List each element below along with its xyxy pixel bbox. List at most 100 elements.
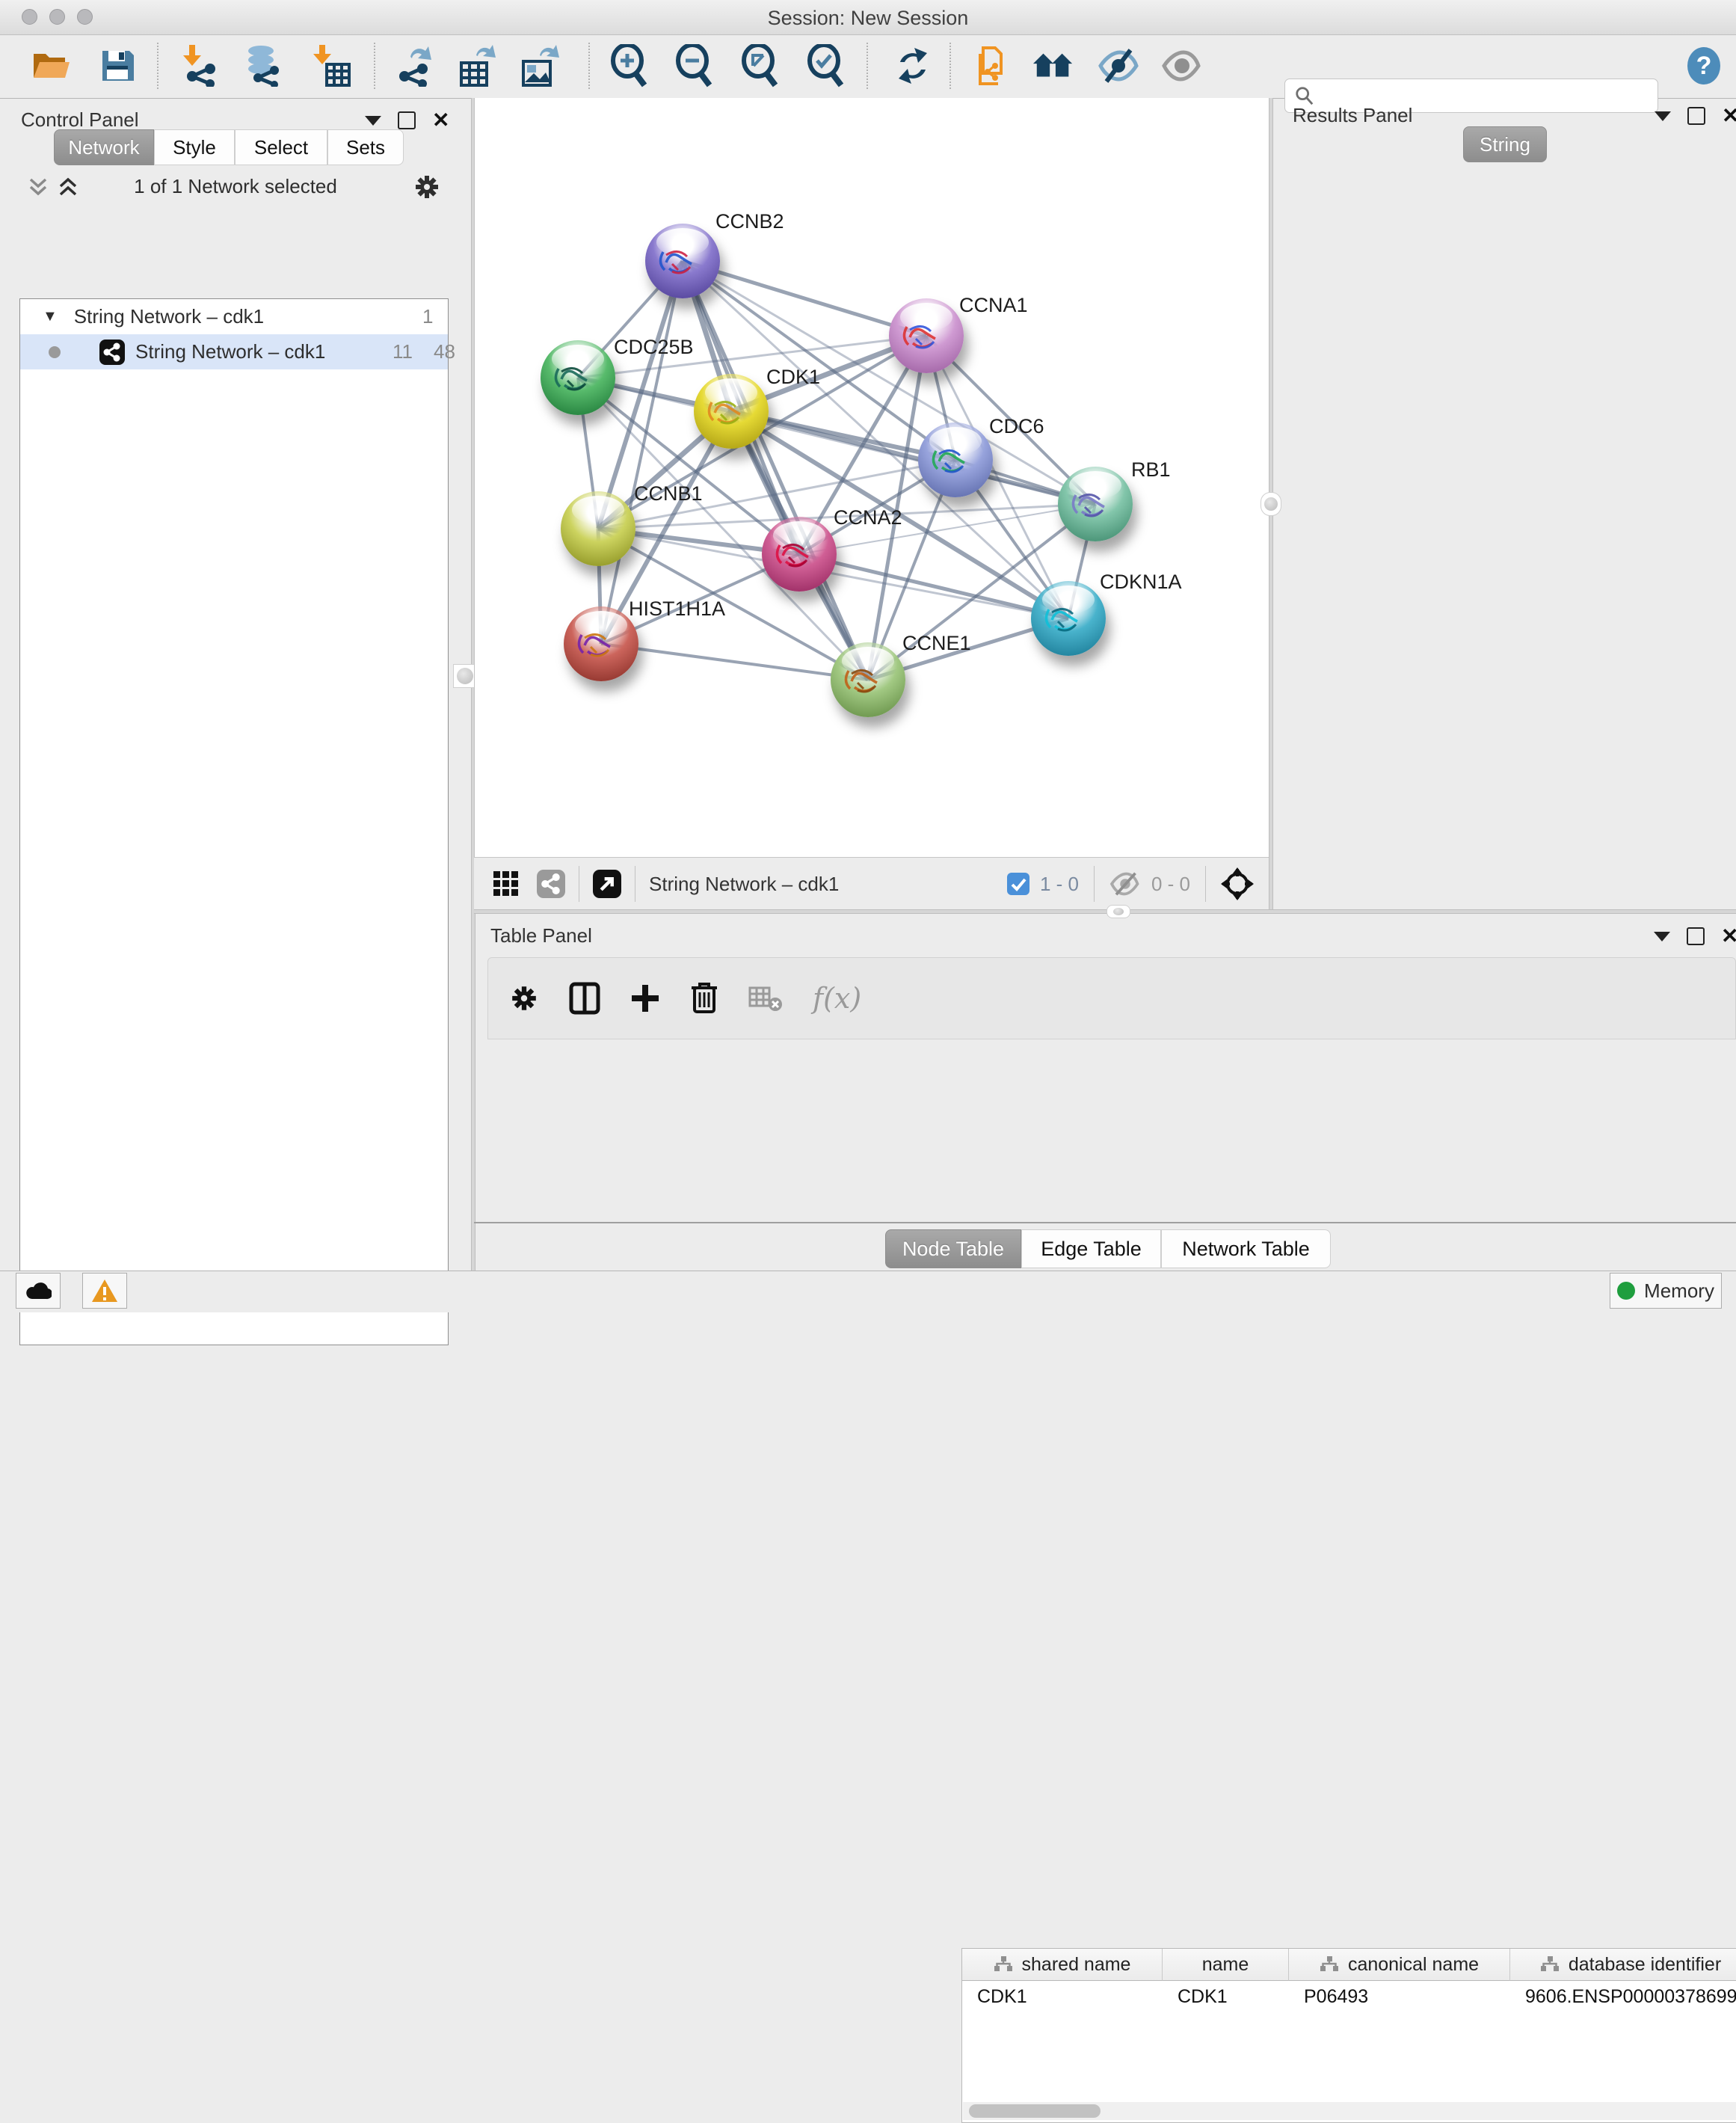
tab-network[interactable]: Network: [54, 129, 154, 165]
control-panel-title: Control Panel: [21, 108, 139, 132]
tab-sets[interactable]: Sets: [327, 129, 404, 165]
control-panel-close-icon[interactable]: ✕: [432, 113, 449, 128]
show-all-icon[interactable]: [1160, 44, 1204, 87]
table-cell[interactable]: CDK1: [962, 1982, 1163, 2012]
column-header-canonical-name[interactable]: canonical name: [1289, 1949, 1510, 1981]
import-table-file-icon[interactable]: [310, 44, 353, 87]
refresh-icon[interactable]: [891, 44, 935, 87]
tab-select[interactable]: Select: [235, 129, 327, 165]
results-panel-close-icon[interactable]: ✕: [1722, 108, 1736, 123]
column-header-shared-name[interactable]: shared name: [962, 1949, 1163, 1981]
copy-style-icon[interactable]: [970, 44, 1013, 87]
network-node-ccna2[interactable]: [762, 517, 837, 592]
network-node-cdk1[interactable]: [694, 374, 769, 449]
grid-view-icon[interactable]: [492, 870, 520, 898]
results-panel: Results Panel ✕ String Expand All Collap…: [1272, 98, 1736, 909]
hidden-eye-icon: [1109, 872, 1141, 896]
table-settings-gear-icon[interactable]: [509, 983, 539, 1013]
control-panel: Control Panel ✕ Network Style Select Set…: [0, 98, 471, 1271]
table-cell[interactable]: 9606.ENSP00000378699: [1510, 1982, 1736, 2012]
toolbar-separator: [157, 43, 158, 89]
network-node-rb1[interactable]: [1058, 467, 1133, 541]
add-column-icon[interactable]: [630, 983, 660, 1013]
tab-network-table[interactable]: Network Table: [1161, 1229, 1331, 1268]
node-label-ccne1: CCNE1: [902, 632, 971, 655]
show-columns-icon[interactable]: [569, 982, 600, 1015]
open-in-window-icon[interactable]: [593, 870, 621, 898]
node-table[interactable]: shared namenamecanonical namedatabase id…: [961, 1948, 1736, 2123]
table-hscrollbar-thumb[interactable]: [969, 2104, 1101, 2118]
table-cell[interactable]: CDK1: [1163, 1982, 1289, 2012]
cloud-icon: [25, 1281, 52, 1300]
svg-text:?: ?: [1696, 52, 1712, 80]
export-table-icon[interactable]: [456, 44, 499, 87]
network-options-gear-icon[interactable]: [413, 173, 441, 201]
table-panel-menu-icon[interactable]: [1654, 932, 1670, 941]
zoom-out-icon[interactable]: [672, 44, 715, 87]
network-view-toolbar: String Network – cdk1 1 - 0 0 - 0: [474, 857, 1269, 910]
save-session-icon[interactable]: [96, 44, 139, 87]
tab-string[interactable]: String: [1463, 126, 1547, 162]
zoom-fit-icon[interactable]: [738, 44, 781, 87]
import-network-database-icon[interactable]: [241, 44, 284, 87]
toolbar-separator: [949, 43, 951, 89]
hide-selected-icon[interactable]: [1097, 44, 1140, 87]
selected-checkbox-icon[interactable]: [1007, 873, 1029, 895]
network-node-ccnb1[interactable]: [561, 491, 635, 566]
node-label-ccna1: CCNA1: [959, 294, 1028, 317]
results-panel-menu-icon[interactable]: [1655, 111, 1671, 121]
function-builder-icon[interactable]: f(x): [813, 982, 861, 1015]
home-networks-icon[interactable]: [1032, 44, 1075, 87]
network-node-ccne1[interactable]: [831, 642, 905, 717]
node-label-hist1h1a: HIST1H1A: [629, 597, 725, 621]
birdseye-navigator-icon[interactable]: [1221, 867, 1254, 900]
network-node-cdc25b[interactable]: [541, 340, 615, 415]
collection-count: 1: [422, 305, 433, 328]
zoom-in-icon[interactable]: [607, 44, 650, 87]
node-label-ccna2: CCNA2: [834, 506, 902, 529]
export-network-icon[interactable]: [392, 44, 435, 87]
network-selection-status: 1 of 1 Network selected: [0, 175, 471, 198]
table-cell[interactable]: P06493: [1289, 1982, 1510, 2012]
table-panel-close-icon[interactable]: ✕: [1721, 929, 1736, 944]
network-node-cdc6[interactable]: [918, 423, 993, 497]
window-titlebar: Session: New Session: [0, 0, 1736, 35]
column-header-name[interactable]: name: [1163, 1949, 1289, 1981]
warnings-button[interactable]: [82, 1273, 127, 1309]
export-image-icon[interactable]: [519, 44, 562, 87]
network-node-ccnb2[interactable]: [645, 224, 720, 298]
network-node-cdkn1a[interactable]: [1031, 581, 1106, 656]
network-collection-row[interactable]: ▼ String Network – cdk1 1: [20, 299, 448, 334]
open-session-icon[interactable]: [30, 44, 73, 87]
memory-button[interactable]: Memory: [1610, 1273, 1722, 1309]
control-panel-float-icon[interactable]: [398, 111, 416, 129]
table-hscrollbar[interactable]: [963, 2102, 1736, 2120]
tab-node-table[interactable]: Node Table: [885, 1229, 1021, 1268]
network-edge-count: 48: [434, 340, 455, 363]
main-toolbar: ?: [0, 35, 1736, 99]
memory-label: Memory: [1644, 1279, 1714, 1303]
network-row[interactable]: String Network – cdk1 11 48: [20, 334, 448, 369]
cloud-status-button[interactable]: [16, 1273, 61, 1309]
help-icon[interactable]: ?: [1682, 44, 1726, 87]
selected-node-edge-counts: 1 - 0: [1040, 873, 1079, 896]
import-network-file-icon[interactable]: [178, 44, 221, 87]
memory-status-dot: [1617, 1282, 1635, 1300]
tab-edge-table[interactable]: Edge Table: [1021, 1229, 1161, 1268]
column-header-database-identifier[interactable]: database identifier: [1510, 1949, 1736, 1981]
results-panel-float-icon[interactable]: [1687, 107, 1705, 125]
warning-icon: [91, 1279, 118, 1303]
network-canvas[interactable]: CCNB2 CCNA1 CDC25B CDK1 CDC6 RB1CCNB1 CC…: [474, 98, 1269, 857]
collection-expander-icon[interactable]: ▼: [43, 308, 58, 325]
table-panel-float-icon[interactable]: [1687, 927, 1705, 945]
network-node-ccna1[interactable]: [889, 298, 964, 373]
delete-table-icon[interactable]: [748, 985, 783, 1012]
toolbar-separator: [867, 43, 868, 89]
network-label: String Network – cdk1: [135, 340, 325, 363]
zoom-selected-icon[interactable]: [804, 44, 847, 87]
delete-column-icon[interactable]: [690, 982, 718, 1015]
network-node-hist1h1a[interactable]: [564, 606, 638, 681]
tab-style[interactable]: Style: [154, 129, 235, 165]
string-view-icon[interactable]: [537, 870, 565, 898]
control-panel-menu-icon[interactable]: [365, 116, 381, 126]
